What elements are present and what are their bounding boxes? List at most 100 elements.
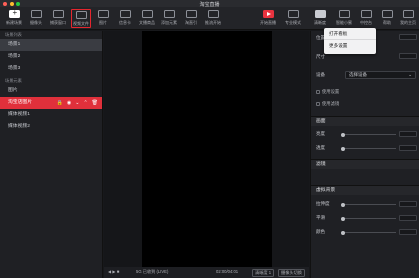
add-scene-icon xyxy=(8,8,20,18)
info-card-icon xyxy=(119,10,131,18)
checkbox[interactable] xyxy=(316,89,320,94)
option-row[interactable]: 使用滤镜 xyxy=(316,101,339,107)
image-icon xyxy=(97,10,109,18)
toolbar-console-button[interactable]: 中控台 xyxy=(356,9,376,28)
mode-badge: 5G xyxy=(136,269,142,274)
brightness-label: 亮度 xyxy=(316,131,325,136)
size-input[interactable] xyxy=(399,53,417,59)
toolbar-camera-button[interactable]: 摄像头 xyxy=(26,9,46,28)
home-icon xyxy=(402,10,414,18)
scene-item[interactable]: 场景3 xyxy=(0,63,102,75)
chevron-down-icon: ⌄ xyxy=(408,72,412,77)
eye-icon[interactable]: ◉ xyxy=(67,97,71,109)
contrast-slider[interactable] xyxy=(341,146,396,151)
assistant-icon xyxy=(338,10,350,18)
stream-icon xyxy=(207,10,219,18)
virtual-bg-section-header[interactable]: 虚拟背景 xyxy=(311,185,419,195)
status-text: 已收到 (LIVE) xyxy=(142,269,169,274)
left-panel: 场景列表 场景1 场景2 场景3 场景元素 图片 淘宝店图片 🔒 ◉ ⌄ ⌃ 🗑… xyxy=(0,31,103,278)
toolbar-new-scene-button[interactable]: 新建场景 xyxy=(4,8,24,28)
option-label: 使用设置 xyxy=(322,89,340,94)
toolbar-resolution-button[interactable]: 清晰度 xyxy=(310,9,330,28)
title-bar: 淘宝直播 xyxy=(0,0,419,8)
trash-icon[interactable]: 🗑 xyxy=(92,97,98,109)
size-label: 尺寸 xyxy=(316,54,325,59)
option-label: 使用滤镜 xyxy=(322,101,340,106)
smooth-value-input[interactable] xyxy=(399,215,417,221)
toolbar-add-element-button[interactable]: 添加元素 xyxy=(159,9,179,28)
smooth-slider[interactable] xyxy=(341,216,396,221)
toolbar-stream-button[interactable]: 推流开始 xyxy=(203,9,223,28)
toolbar-info-card-button[interactable]: 信息卡 xyxy=(115,9,135,28)
stretch-slider[interactable] xyxy=(341,202,396,207)
toolbar-product-button[interactable]: 文播商品 xyxy=(137,9,157,28)
image-section-header[interactable]: 画面 xyxy=(311,116,419,126)
menu-item-more-settings[interactable]: 更多设置 xyxy=(324,40,376,52)
element-item-label: 淘宝店图片 xyxy=(8,100,32,105)
transport-controls[interactable]: ◀ ▶ ■ xyxy=(108,269,119,274)
position-x-input[interactable] xyxy=(399,34,417,40)
link-icon xyxy=(185,10,197,18)
toolbar-home-button[interactable]: 我的主页 xyxy=(398,9,418,28)
contrast-label: 透度 xyxy=(316,145,325,150)
stretch-label: 拉伸度 xyxy=(316,201,330,206)
window-capture-icon xyxy=(52,10,64,18)
toolbar-go-live-button[interactable]: 开始直播 xyxy=(258,9,278,28)
slider-knob[interactable] xyxy=(341,216,345,221)
camera-icon xyxy=(30,10,42,18)
device-label: 设备 xyxy=(316,72,325,77)
properties-panel: 位置 尺寸 设备 选择设备 ⌄ 使用设置 使用滤镜 画面 亮度 透度 滤镜 虚拟背… xyxy=(310,31,419,278)
element-item-selected[interactable]: 淘宝店图片 🔒 ◉ ⌄ ⌃ 🗑 xyxy=(0,97,102,109)
slider-knob[interactable] xyxy=(341,146,345,151)
elements-header: 场景元素 xyxy=(5,78,22,83)
toolbar-video-file-button[interactable]: 视频文件 xyxy=(71,9,91,28)
slider-knob[interactable] xyxy=(341,230,345,235)
device-select-value: 选择设备 xyxy=(349,72,367,77)
color-value-input[interactable] xyxy=(399,229,417,235)
product-icon xyxy=(141,10,153,18)
color-slider[interactable] xyxy=(341,230,396,235)
resolution-icon xyxy=(314,10,326,18)
scene-item[interactable]: 场景2 xyxy=(0,51,102,63)
resolution-switch-button[interactable]: 清晰度 1 xyxy=(252,269,275,277)
option-row[interactable]: 使用设置 xyxy=(316,89,339,95)
slider-knob[interactable] xyxy=(341,132,345,137)
camera-switch-button[interactable]: 摄像头切换 xyxy=(278,269,305,277)
toolbar-window-capture-button[interactable]: 捕获窗口 xyxy=(48,9,68,28)
video-file-icon xyxy=(75,11,87,19)
lock-icon[interactable]: 🔒 xyxy=(57,97,63,109)
toolbar-assistant-button[interactable]: 智能小蜜 xyxy=(334,9,354,28)
menu-item-open-dashboard[interactable]: 打开看板 xyxy=(324,28,376,40)
console-icon xyxy=(360,10,372,18)
preview-canvas[interactable] xyxy=(142,31,272,267)
device-select[interactable]: 选择设备 ⌄ xyxy=(345,71,416,79)
brightness-value-input[interactable] xyxy=(399,131,417,137)
checkbox[interactable] xyxy=(316,101,320,106)
filter-section-header[interactable]: 滤镜 xyxy=(311,159,419,169)
scenes-header: 场景列表 xyxy=(5,32,22,37)
time-readout: 02:00/04:01 xyxy=(216,269,239,274)
smooth-label: 平滑 xyxy=(316,215,325,220)
toolbar-image-button[interactable]: 图片 xyxy=(93,9,113,28)
add-element-icon xyxy=(163,10,175,18)
element-item[interactable]: 媒体视频2 xyxy=(0,121,102,133)
toolbar-link-button[interactable]: 淘直引 xyxy=(181,9,201,28)
playback-bar: ◀ ▶ ■ 5G 已收到 (LIVE) 02:00/04:01 清晰度 1 摄像… xyxy=(104,267,309,278)
pro-mode-icon xyxy=(287,10,299,18)
chevron-down-icon[interactable]: ⌄ xyxy=(75,97,79,109)
play-icon xyxy=(262,10,274,18)
preview-area: ◀ ▶ ■ 5G 已收到 (LIVE) 02:00/04:01 清晰度 1 摄像… xyxy=(104,31,309,278)
toolbar: 新建场景 摄像头 捕获窗口 视频文件 图片 信息卡 文播商品 添加元素 淘直引 … xyxy=(0,7,419,30)
element-actions: 🔒 ◉ ⌄ ⌃ 🗑 xyxy=(57,97,98,109)
stretch-value-input[interactable] xyxy=(399,201,417,207)
element-item[interactable]: 媒体视频1 xyxy=(0,109,102,121)
color-label: 颜色 xyxy=(316,229,325,234)
scene-item[interactable]: 场景1 xyxy=(0,39,102,51)
slider-knob[interactable] xyxy=(341,202,345,207)
toolbar-help-button[interactable]: 帮助 xyxy=(377,9,397,28)
brightness-slider[interactable] xyxy=(341,132,396,137)
chevron-up-icon[interactable]: ⌃ xyxy=(83,97,87,109)
toolbar-pro-mode-button[interactable]: 专业模式 xyxy=(283,9,303,28)
element-item[interactable]: 图片 xyxy=(0,85,102,97)
contrast-value-input[interactable] xyxy=(399,145,417,151)
